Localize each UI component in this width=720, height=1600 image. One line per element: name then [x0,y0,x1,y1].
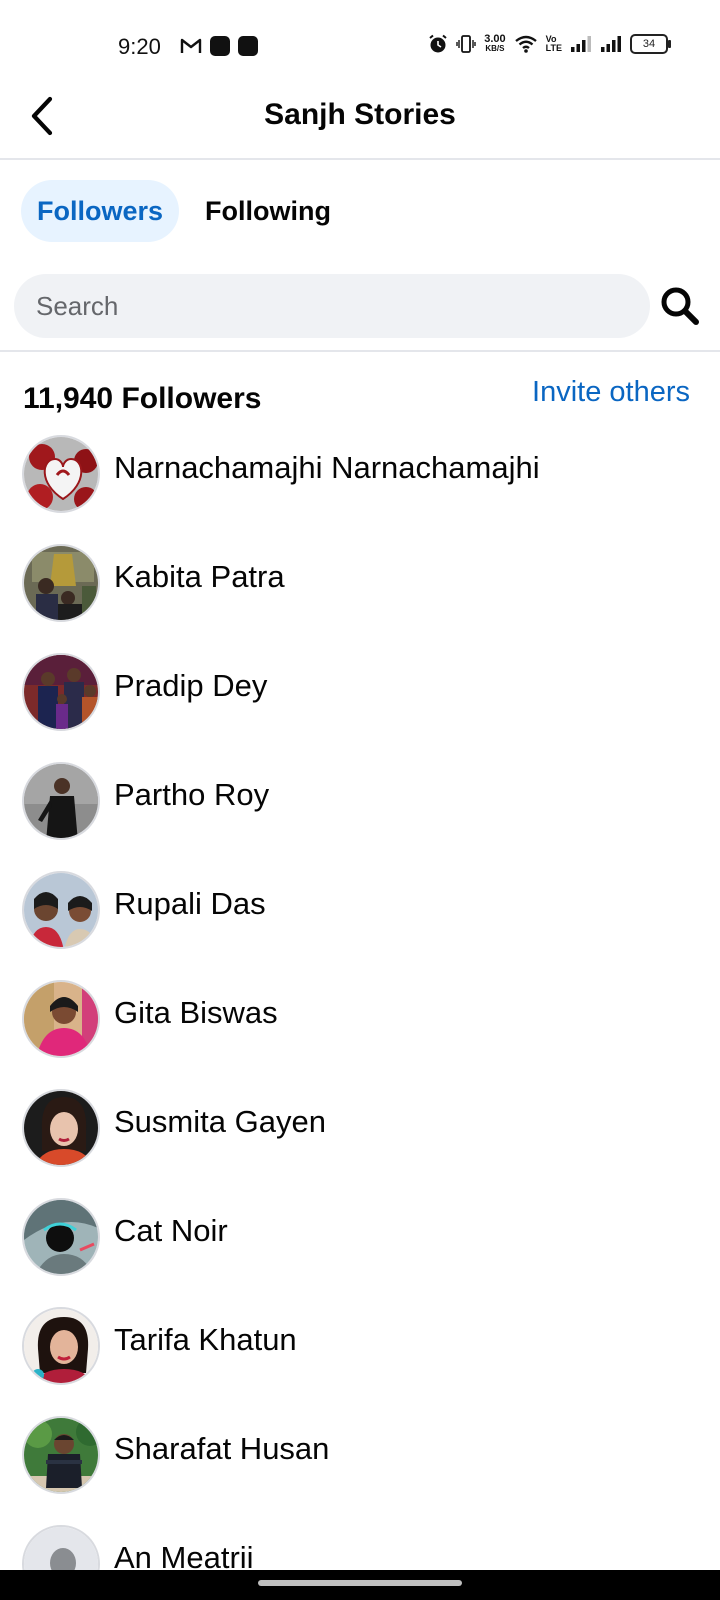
status-time: 9:20 [118,34,161,59]
avatar-image [24,982,98,1056]
volte-indicator: Vo LTE [546,35,562,53]
vibrate-icon [456,35,476,53]
follower-name: Pradip Dey [114,668,268,703]
avatar-image [24,1418,98,1492]
follower-name: Rupali Das [114,886,266,921]
avatar-image [24,655,98,729]
avatar-image [24,546,98,620]
search-input[interactable] [14,274,650,338]
follower-name: Gita Biswas [114,995,278,1030]
avatar-image [24,1200,98,1274]
list-item[interactable]: Cat Noir [0,1195,720,1304]
screen: 9:20 3.00 KB/S Vo LTE 34 Sanjh Stories F… [0,0,720,1600]
network-speed-unit: KB/S [485,44,505,53]
followers-count: 11,940 Followers [23,382,262,415]
avatar[interactable] [22,1198,100,1276]
signal-icon [571,36,591,52]
alarm-icon [429,34,447,53]
list-item[interactable]: Pradip Dey [0,650,720,759]
home-indicator[interactable] [258,1580,462,1586]
avatar-image [24,437,98,511]
avatar-image [24,1309,98,1383]
list-item[interactable]: Narnachamajhi Narnachamajhi [0,432,720,541]
app-notification-icon [210,36,230,56]
list-item[interactable]: Sharafat Husan [0,1413,720,1522]
divider [0,350,720,352]
avatar[interactable] [22,544,100,622]
avatar[interactable] [22,1416,100,1494]
search-button[interactable] [654,280,706,332]
search-icon [661,287,699,325]
gmail-icon [180,38,202,53]
follower-name: Kabita Patra [114,559,285,594]
avatar[interactable] [22,653,100,731]
list-item[interactable]: Tarifa Khatun [0,1304,720,1413]
wifi-icon [514,35,537,53]
app-notification-icon [238,36,258,56]
network-speed: 3.00 KB/S [484,34,505,54]
follower-name: Partho Roy [114,777,270,812]
signal-icon [601,36,621,52]
page-title: Sanjh Stories [264,98,456,131]
follower-name: Tarifa Khatun [114,1322,297,1357]
avatar[interactable] [22,1307,100,1385]
battery-level: 34 [642,38,656,50]
avatar-image [24,873,98,947]
system-icons: 3.00 KB/S Vo LTE 34 [428,34,671,54]
tab-bar: Followers Following [21,180,347,242]
avatar[interactable] [22,871,100,949]
notification-icons [180,36,258,56]
list-item[interactable]: Susmita Gayen [0,1086,720,1195]
list-item[interactable]: Kabita Patra [0,541,720,650]
network-speed-value: 3.00 [484,33,506,45]
follower-name: Susmita Gayen [114,1104,326,1139]
list-item[interactable]: Rupali Das [0,868,720,977]
follower-name: Cat Noir [114,1213,228,1248]
list-item[interactable]: Partho Roy [0,759,720,868]
follower-name: Narnachamajhi Narnachamajhi [114,450,540,485]
avatar[interactable] [22,980,100,1058]
system-nav-bar [0,1570,720,1600]
list-item[interactable]: Gita Biswas [0,977,720,1086]
avatar-image [24,764,98,838]
invite-others-link[interactable]: Invite others [532,376,690,409]
followers-list: Narnachamajhi Narnachamajhi Kabita Patra [0,432,720,1600]
battery-icon: 34 [630,34,671,54]
tab-following[interactable]: Following [189,180,347,242]
follower-name: Sharafat Husan [114,1431,330,1466]
tab-followers[interactable]: Followers [21,180,180,242]
avatar[interactable] [22,1089,100,1167]
app-header: Sanjh Stories [0,76,720,160]
avatar[interactable] [22,762,100,840]
search-row [14,274,706,338]
avatar-image [24,1091,98,1165]
volte-bottom: LTE [545,43,562,53]
avatar[interactable] [22,435,100,513]
